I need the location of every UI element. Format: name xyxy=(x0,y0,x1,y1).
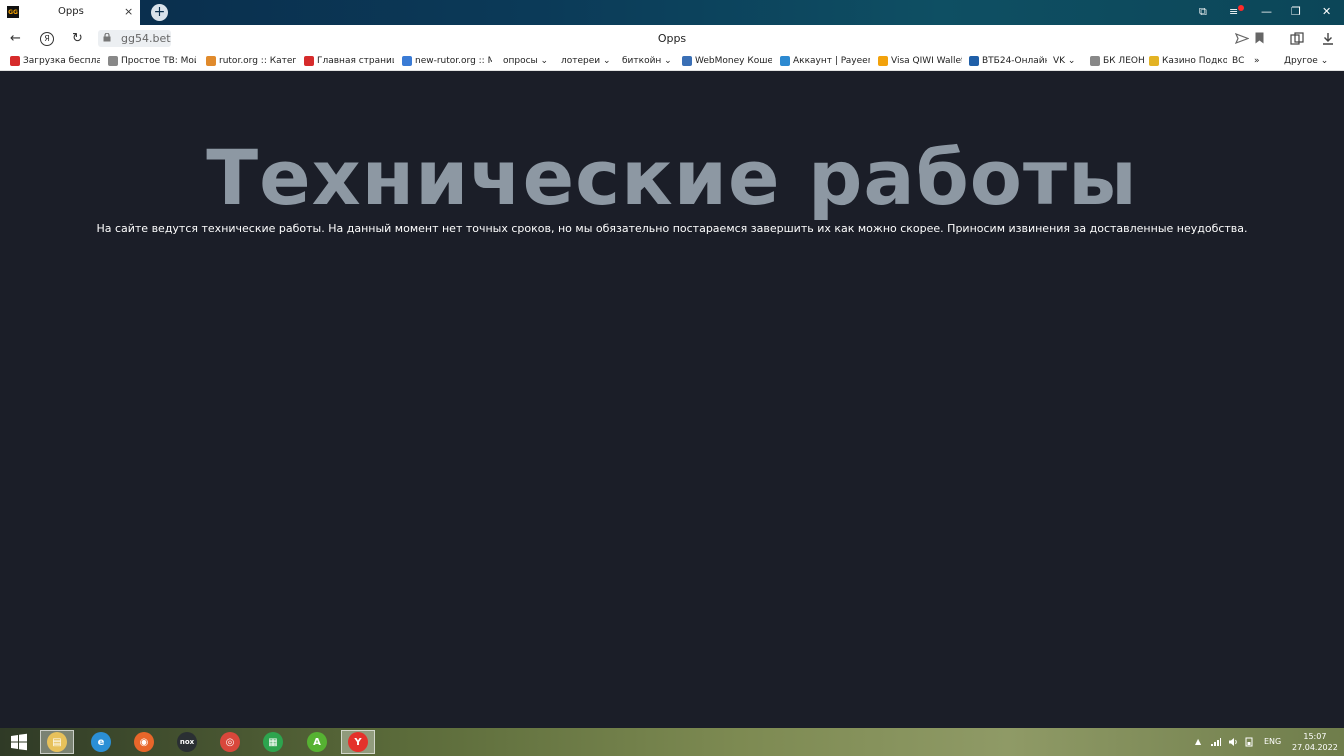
taskbar-store[interactable]: ▦ xyxy=(256,730,290,754)
new-tab-button[interactable]: + xyxy=(151,4,168,21)
tab-title: Opps xyxy=(58,6,84,17)
taskbar-nox[interactable]: nox xyxy=(170,730,204,754)
bookmark-item[interactable]: Загрузка бесплатн xyxy=(10,56,100,66)
maximize-button[interactable]: ❐ xyxy=(1291,5,1301,18)
taskbar-internet-explorer[interactable]: e xyxy=(84,730,118,754)
chrome-icon: ◎ xyxy=(220,732,240,752)
clock-date: 27.04.2022 xyxy=(1292,743,1338,752)
taskbar-firefox[interactable]: ◉ xyxy=(127,730,161,754)
bookmark-folder-bitcoin[interactable]: биткойн ⌄ xyxy=(622,56,674,66)
power-icon[interactable] xyxy=(1244,737,1254,747)
bookmark-item[interactable]: Казино Подкоп xyxy=(1149,56,1227,66)
page-title: Opps xyxy=(657,32,687,45)
store-icon: ▦ xyxy=(263,732,283,752)
clock-time: 15:07 xyxy=(1303,732,1327,741)
bookmark-favicon-icon xyxy=(682,56,692,66)
file-explorer-icon: ▤ xyxy=(47,732,67,752)
bookmark-item[interactable]: ВТБ24-Онлайн xyxy=(969,56,1047,66)
bookmark-item[interactable]: new-rutor.org :: M xyxy=(402,56,492,66)
bookmark-folder-lotteries[interactable]: лотереи ⌄ xyxy=(561,56,611,66)
tabs-overview-icon[interactable]: ⧉ xyxy=(1199,5,1207,19)
language-indicator[interactable]: ENG xyxy=(1264,737,1281,746)
address-bar: ← Я ↻ gg54.bet Opps xyxy=(0,25,1344,52)
windows-logo-icon xyxy=(11,733,27,751)
bookmark-folder-polls[interactable]: опросы ⌄ xyxy=(503,56,553,66)
share-icon[interactable] xyxy=(1235,33,1249,44)
maintenance-headline: Технические работы xyxy=(206,133,1138,222)
bookmark-item[interactable]: Аккаунт | Payeer® xyxy=(780,56,870,66)
bookmark-favicon-icon xyxy=(1090,56,1100,66)
notification-dot xyxy=(1238,5,1244,11)
bookmark-item[interactable]: Простое ТВ: Мой xyxy=(108,56,196,66)
downloads-icon[interactable] xyxy=(1322,32,1334,45)
maintenance-message: На сайте ведутся технические работы. На … xyxy=(96,222,1248,235)
site-favicon-icon: GG xyxy=(7,6,19,18)
bookmark-item[interactable]: WebMoney Кошел xyxy=(682,56,772,66)
bookmark-item[interactable]: Главная страница xyxy=(304,56,394,66)
bookmark-favicon-icon xyxy=(1149,56,1159,66)
bookmarks-bar: Загрузка бесплатн Простое ТВ: Мой rutor.… xyxy=(0,52,1344,71)
collections-icon[interactable] xyxy=(1290,32,1304,45)
taskbar-yandex-browser[interactable]: Y xyxy=(341,730,375,754)
start-button[interactable] xyxy=(2,730,36,754)
bookmark-icon[interactable] xyxy=(1255,32,1264,44)
taskbar-chrome[interactable]: ◎ xyxy=(213,730,247,754)
bookmark-item[interactable]: Visa QIWI Wallet xyxy=(878,56,962,66)
tab-close-icon[interactable]: × xyxy=(124,5,133,18)
tray-overflow-icon[interactable]: ▲ xyxy=(1195,737,1201,746)
browser-titlebar: GG Opps × + ⧉ ≡ — ❐ ✕ xyxy=(0,0,1344,25)
internet-explorer-icon: e xyxy=(91,732,111,752)
green-a-icon: A xyxy=(307,732,327,752)
browser-menu-icon[interactable]: ≡ xyxy=(1229,5,1238,18)
nox-icon: nox xyxy=(177,732,197,752)
volume-icon[interactable] xyxy=(1228,737,1238,747)
windows-taskbar: ▤ e ◉ nox ◎ ▦ A Y ▲ ENG 15:07 27.04.2022 xyxy=(0,728,1344,756)
network-signal-icon[interactable] xyxy=(1211,738,1221,746)
taskbar-file-explorer[interactable]: ▤ xyxy=(40,730,74,754)
bookmark-item[interactable]: БК ЛЕОН xyxy=(1090,56,1144,66)
bookmark-favicon-icon xyxy=(304,56,314,66)
tab-opps[interactable]: GG Opps × xyxy=(0,0,140,25)
bookmark-favicon-icon xyxy=(878,56,888,66)
bookmark-folder-vk[interactable]: VK ⌄ xyxy=(1053,56,1083,66)
close-window-button[interactable]: ✕ xyxy=(1322,5,1331,18)
yandex-browser-icon: Y xyxy=(348,732,368,752)
minimize-button[interactable]: — xyxy=(1261,5,1272,18)
taskbar-green-a[interactable]: A xyxy=(300,730,334,754)
bookmark-favicon-icon xyxy=(402,56,412,66)
bookmark-favicon-icon xyxy=(108,56,118,66)
bookmark-favicon-icon xyxy=(206,56,216,66)
bookmarks-overflow-button[interactable]: » xyxy=(1254,56,1264,66)
system-clock[interactable]: 15:07 27.04.2022 xyxy=(1292,731,1338,753)
bookmark-item[interactable]: rutor.org :: Катего xyxy=(206,56,296,66)
bookmark-favicon-icon xyxy=(969,56,979,66)
page-content: Технические работы На сайте ведутся техн… xyxy=(0,71,1344,728)
firefox-icon: ◉ xyxy=(134,732,154,752)
bookmark-folder-other[interactable]: Другое ⌄ xyxy=(1284,56,1332,66)
bookmark-favicon-icon xyxy=(780,56,790,66)
bookmark-favicon-icon xyxy=(10,56,20,66)
bookmark-item[interactable]: ВС xyxy=(1232,56,1248,66)
